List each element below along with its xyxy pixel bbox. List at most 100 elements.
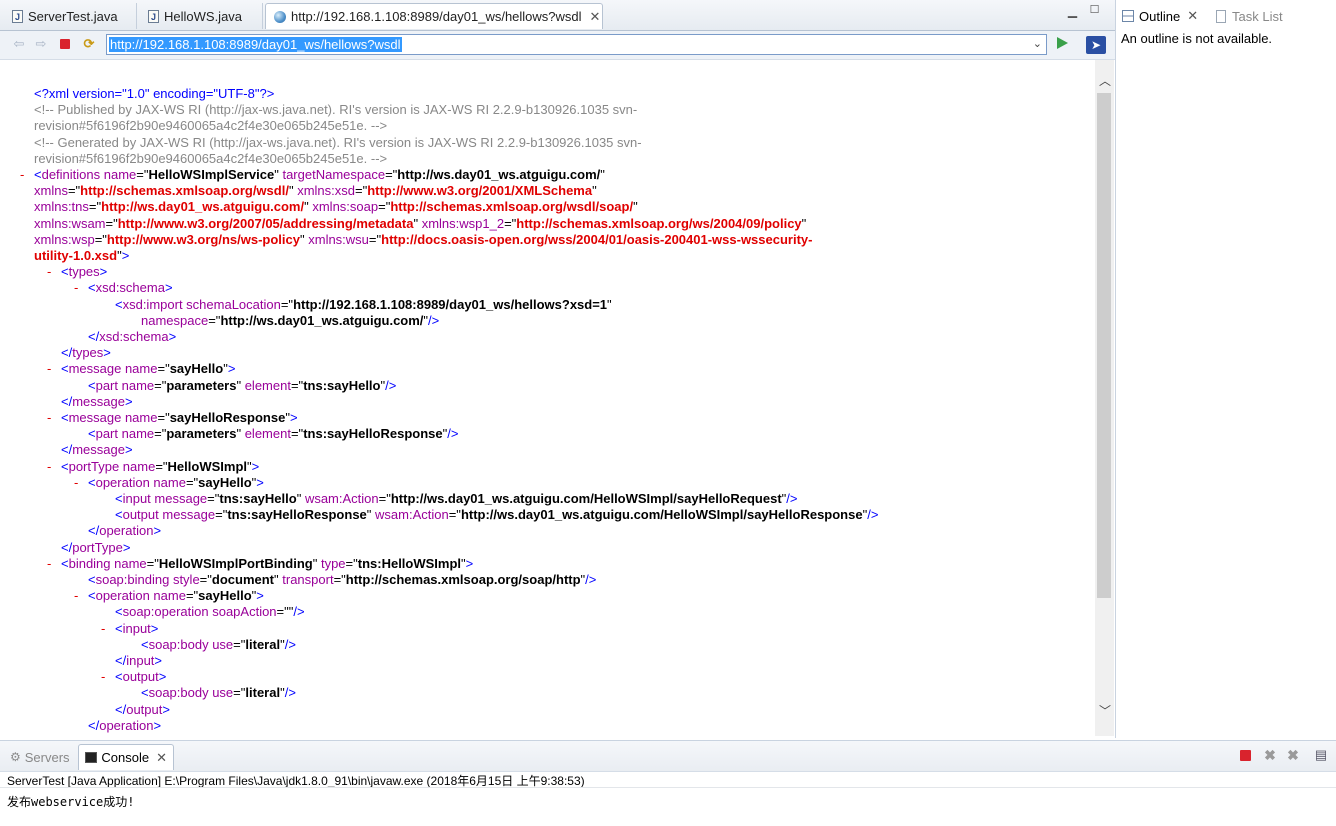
binding-name-value: HelloWSImplPortBinding: [158, 556, 313, 571]
ns-xsd-value: http://www.w3.org/2001/XMLSchema: [367, 183, 593, 198]
def-tns-value: http://ws.day01_ws.atguigu.com/: [397, 167, 601, 182]
divider: [0, 787, 1336, 788]
scrollbar-thumb[interactable]: [1097, 93, 1111, 598]
collapse-toggle[interactable]: -: [74, 588, 78, 604]
tab-servertest[interactable]: J ServerTest.java: [4, 3, 137, 29]
refresh-icon[interactable]: ⟳: [82, 37, 96, 51]
remove-all-icon[interactable]: ✖: [1286, 748, 1300, 762]
back-icon[interactable]: ⇦: [12, 37, 26, 51]
minimize-icon[interactable]: ▁: [1067, 5, 1078, 17]
tab-outline[interactable]: Outline ✕: [1122, 3, 1198, 29]
collapse-toggle[interactable]: -: [47, 556, 51, 572]
outline-message: An outline is not available.: [1121, 31, 1273, 46]
collapse-toggle[interactable]: -: [101, 621, 105, 637]
chevron-down-icon[interactable]: ﹀: [1099, 702, 1111, 719]
collapse-toggle[interactable]: -: [74, 475, 78, 491]
ns-soap-value: http://schemas.xmlsoap.org/wsdl/soap/: [390, 199, 634, 214]
task-list-icon: [1216, 9, 1226, 23]
xml-view: <?xml version="1.0" encoding="UTF-8"?> <…: [0, 60, 1095, 736]
tab-wsdl[interactable]: http://192.168.1.108:8989/day01_ws/hello…: [265, 3, 603, 29]
close-icon[interactable]: ✕: [156, 750, 167, 766]
xml-types: <types>: [61, 264, 108, 279]
xml-part: <part name="parameters" element="tns:say…: [88, 426, 459, 441]
url-field[interactable]: http://192.168.1.108:8989/day01_ws/hello…: [106, 34, 1047, 55]
chevron-down-icon[interactable]: ⌄: [1033, 37, 1042, 50]
tab-label: HelloWS.java: [164, 8, 243, 24]
xml-input: <input>: [115, 621, 159, 636]
tab-console[interactable]: Console ✕: [78, 744, 174, 770]
collapse-toggle[interactable]: -: [47, 459, 51, 475]
part-element-value: tns:sayHelloResponse: [303, 426, 443, 441]
xml-soap-body: <soap:body use="literal"/>: [141, 685, 296, 700]
xml-input-close: </input>: [115, 653, 163, 668]
maximize-icon[interactable]: ☐: [1089, 5, 1100, 16]
operation-name-value: sayHello: [198, 475, 252, 490]
xml-operation: <operation name="sayHello">: [88, 588, 264, 603]
go-icon[interactable]: [1057, 37, 1068, 49]
collapse-toggle[interactable]: -: [47, 361, 51, 377]
editor-tabbar: J ServerTest.java J HelloWS.java http://…: [0, 0, 1115, 31]
collapse-toggle[interactable]: -: [47, 410, 51, 426]
input-message-value: tns:sayHello: [219, 491, 297, 506]
xml-message: <message name="sayHello">: [61, 361, 236, 376]
part-element-value: tns:sayHello: [303, 378, 381, 393]
url-text[interactable]: http://192.168.1.108:8989/day01_ws/hello…: [109, 37, 402, 52]
soap-style-value: document: [211, 572, 275, 587]
collapse-toggle[interactable]: -: [47, 264, 51, 280]
xml-comment: <!-- Generated by JAX-WS RI (http://jax-…: [34, 135, 642, 150]
ns-wsam-value: http://www.w3.org/2007/05/addressing/met…: [117, 216, 414, 231]
stop-icon[interactable]: [60, 39, 70, 49]
porttype-name-value: HelloWSImpl: [167, 459, 247, 474]
console-icon: [85, 752, 98, 763]
tab-label: Console: [101, 750, 150, 765]
ns-wsu-value: utility-1.0.xsd: [34, 248, 118, 263]
chevron-up-icon[interactable]: ︿: [1099, 72, 1111, 89]
remove-launch-icon[interactable]: ✖: [1263, 748, 1277, 762]
console-panel: ⚙ Servers Console ✕ ✖ ✖ ▤ ServerTest [Ja…: [0, 740, 1336, 826]
close-icon[interactable]: ✕: [1187, 8, 1198, 24]
xml-soap-operation: <soap:operation soapAction=""/>: [115, 604, 305, 619]
xml-declaration: <?xml version="1.0" encoding="UTF-8"?>: [34, 86, 275, 101]
browser-menu-icon[interactable]: ➤: [1086, 36, 1106, 54]
clear-console-icon[interactable]: ▤: [1314, 748, 1328, 762]
ns-wsp-value: http://www.w3.org/ns/ws-policy: [106, 232, 300, 247]
xml-soap-binding: <soap:binding style="document" transport…: [88, 572, 597, 587]
servers-icon: ⚙: [10, 750, 21, 764]
collapse-toggle[interactable]: -: [20, 167, 24, 183]
outline-panel: Outline ✕ Task List An outline is not av…: [1116, 0, 1336, 738]
tab-hellows[interactable]: J HelloWS.java: [140, 3, 263, 29]
xml-input: <input message="tns:sayHello" wsam:Actio…: [115, 491, 798, 506]
java-file-icon: J: [148, 9, 159, 23]
xml-ns-line: xmlns:tns="http://ws.day01_ws.atguigu.co…: [34, 199, 638, 214]
close-icon[interactable]: ✕: [590, 9, 601, 25]
browser-toolbar: ⇦ ⇨ ⟳ http://192.168.1.108:8989/day01_ws…: [0, 31, 1115, 60]
input-action-value: http://ws.day01_ws.atguigu.com/HelloWSIm…: [390, 491, 782, 506]
globe-icon: [274, 10, 286, 23]
xml-output-close: </output>: [115, 702, 170, 717]
xml-porttype-close: </portType>: [61, 540, 131, 555]
console-tabbar: ⚙ Servers Console ✕ ✖ ✖ ▤: [0, 741, 1336, 772]
xml-ns-line: xmlns:wsam="http://www.w3.org/2007/05/ad…: [34, 216, 807, 231]
tab-label: ServerTest.java: [28, 8, 118, 24]
xml-message-close: </message>: [61, 394, 133, 409]
part-name-value: parameters: [166, 426, 237, 441]
collapse-toggle[interactable]: -: [101, 669, 105, 685]
xml-import: <xsd:import schemaLocation="http://192.1…: [115, 297, 612, 312]
terminate-icon[interactable]: [1240, 750, 1251, 761]
xml-message-close: </message>: [61, 442, 133, 457]
tab-servers[interactable]: ⚙ Servers: [10, 744, 70, 770]
tab-label: Servers: [24, 749, 70, 765]
collapse-toggle[interactable]: -: [74, 280, 78, 296]
binding-type-value: tns:HelloWSImpl: [357, 556, 462, 571]
xml-ns-line: xmlns="http://schemas.xmlsoap.org/wsdl/"…: [34, 183, 597, 198]
xml-output: <output message="tns:sayHelloResponse" w…: [115, 507, 879, 522]
tab-task-list[interactable]: Task List: [1216, 3, 1283, 29]
ns-tns-value: http://ws.day01_ws.atguigu.com/: [101, 199, 305, 214]
console-output: 发布webservice成功!: [7, 795, 135, 809]
xml-ns-line: xmlns:wsp="http://www.w3.org/ns/ws-polic…: [34, 232, 813, 247]
import-location-value: http://192.168.1.108:8989/day01_ws/hello…: [293, 297, 608, 312]
forward-icon[interactable]: ⇨: [34, 37, 48, 51]
import-ns-value: http://ws.day01_ws.atguigu.com/: [220, 313, 424, 328]
browser-editor: J ServerTest.java J HelloWS.java http://…: [0, 0, 1116, 738]
vertical-scrollbar[interactable]: ︿ ﹀: [1095, 60, 1114, 736]
